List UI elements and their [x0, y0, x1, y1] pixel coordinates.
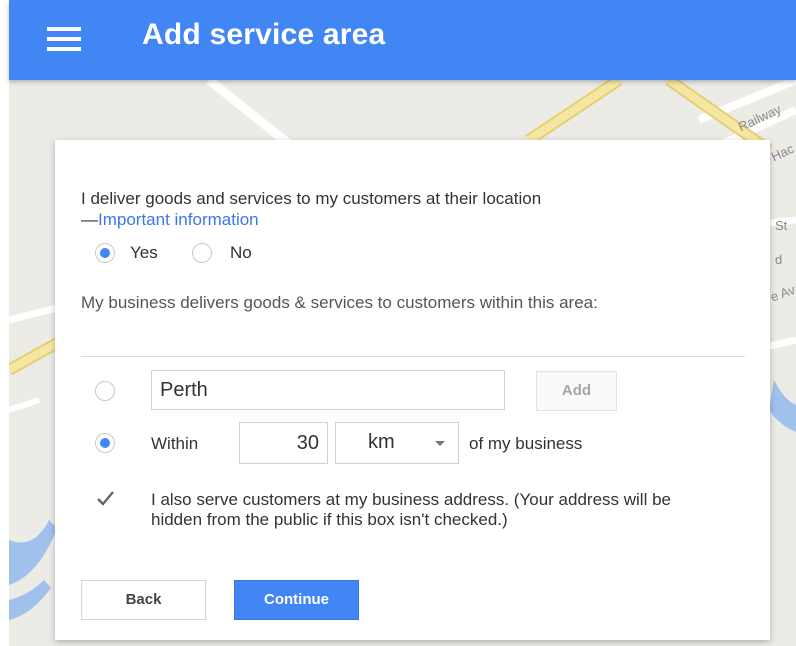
- no-label: No: [230, 243, 252, 262]
- unit-dropdown[interactable]: km: [335, 422, 459, 464]
- app-bar: Add service area: [9, 0, 796, 80]
- continue-button[interactable]: Continue: [234, 580, 359, 620]
- service-area-dialog: I deliver goods and services to my custo…: [55, 140, 770, 640]
- delivery-question-text: I deliver goods and services to my custo…: [81, 189, 542, 208]
- yes-label: Yes: [130, 243, 158, 262]
- add-place-button[interactable]: Add: [536, 371, 617, 411]
- place-option-radio[interactable]: [95, 381, 115, 401]
- radius-option-radio[interactable]: [95, 433, 115, 453]
- radius-input[interactable]: [239, 422, 328, 464]
- divider: [81, 356, 745, 357]
- no-radio[interactable]: [192, 243, 212, 263]
- unit-selected-value: km: [368, 431, 395, 453]
- important-information-link[interactable]: Important information: [98, 210, 259, 229]
- delivery-question: I deliver goods and services to my custo…: [81, 188, 721, 230]
- map-label: d: [775, 252, 783, 267]
- checkmark-icon: [97, 491, 114, 506]
- page-title: Add service area: [142, 18, 386, 51]
- within-label: Within: [151, 434, 199, 453]
- dropdown-caret-icon: [435, 441, 445, 446]
- of-my-business-label: of my business: [469, 434, 583, 453]
- place-input[interactable]: [151, 370, 505, 410]
- business-address-checkbox[interactable]: [95, 489, 115, 509]
- hamburger-menu-icon[interactable]: [47, 27, 81, 51]
- back-button[interactable]: Back: [81, 580, 206, 620]
- yes-radio[interactable]: [95, 243, 115, 263]
- area-description: My business delivers goods & services to…: [81, 293, 598, 312]
- map-label: St: [775, 218, 788, 233]
- question-dash: —: [81, 210, 98, 229]
- business-address-checkbox-label: I also serve customers at my business ad…: [151, 490, 671, 529]
